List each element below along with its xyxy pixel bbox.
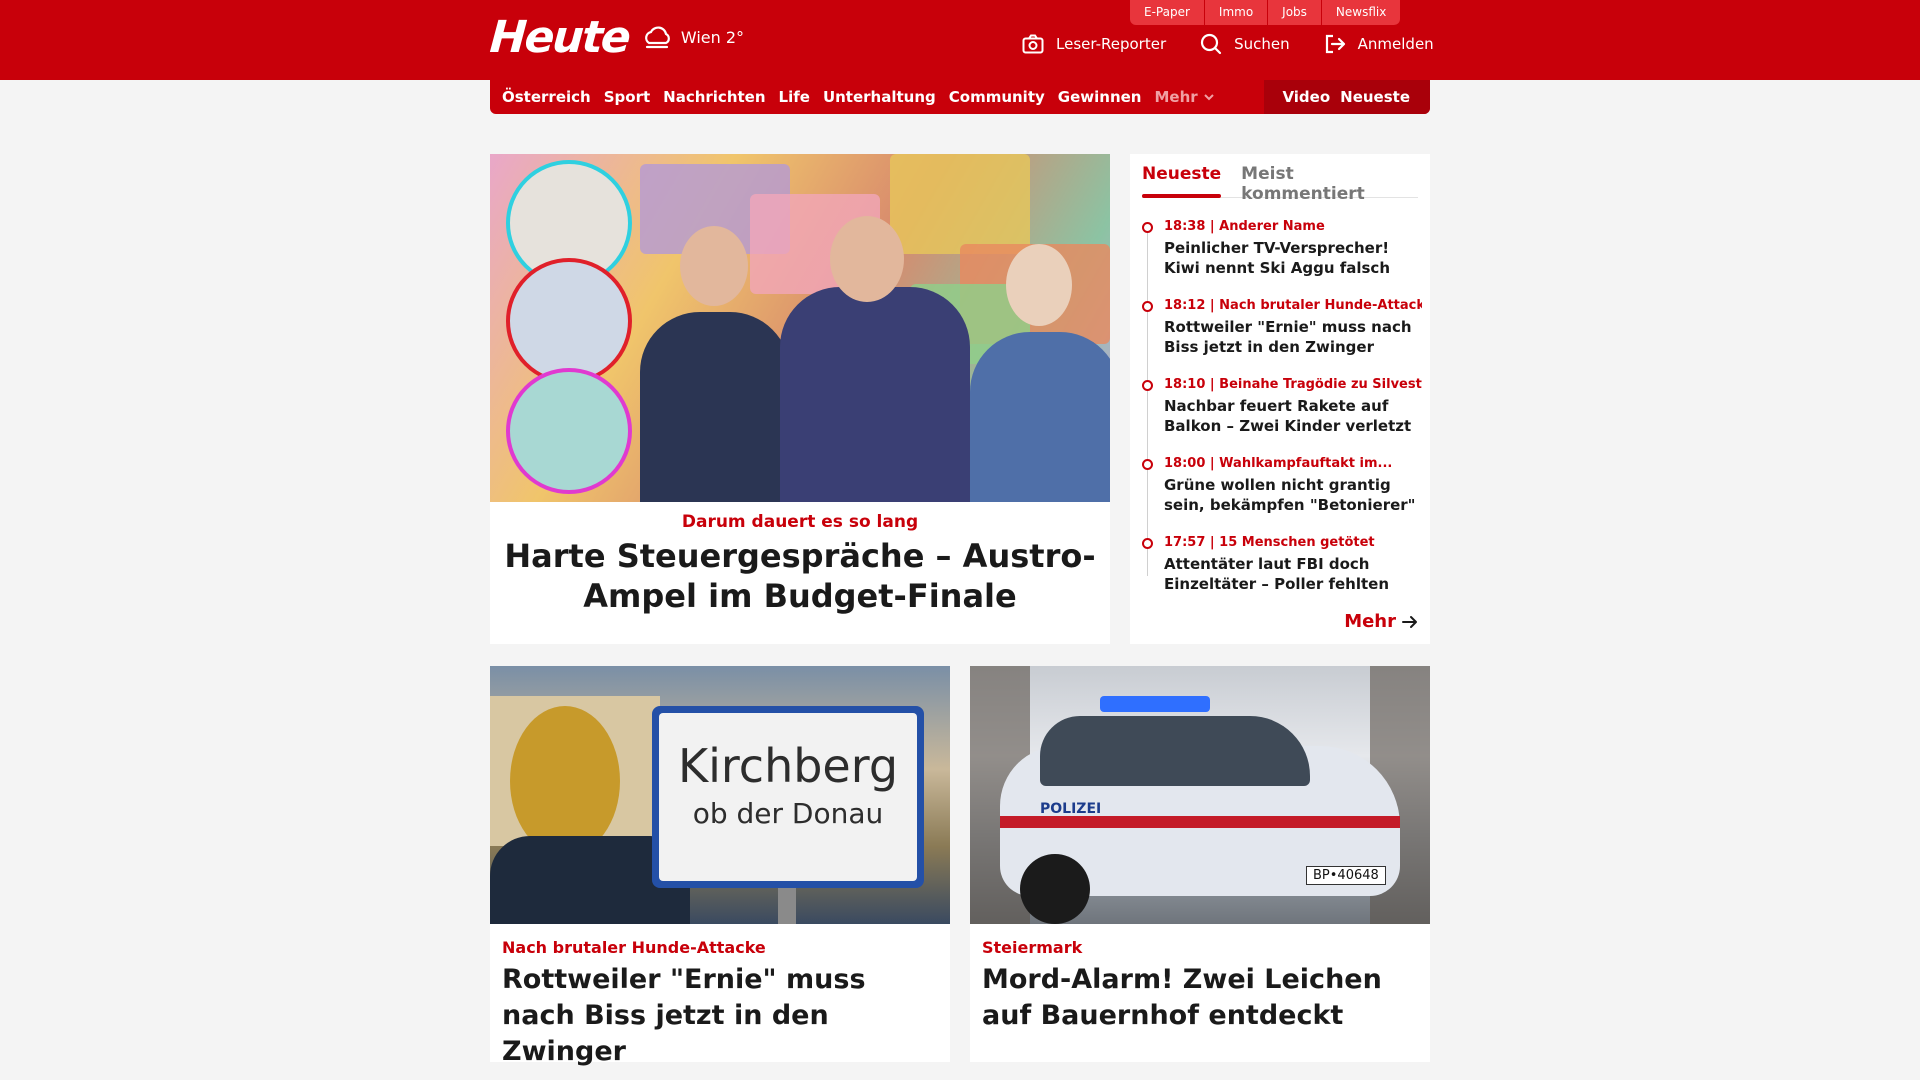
login-label: Anmelden [1357, 35, 1434, 53]
nav-item-oesterreich[interactable]: Österreich [502, 88, 591, 106]
immo-link[interactable]: Immo [1204, 0, 1269, 25]
nav-more-label: Mehr [1154, 88, 1198, 106]
nav-more-dropdown[interactable]: Mehr [1154, 88, 1215, 106]
item-meta: 17:57 | 15 Menschen getötet [1164, 535, 1375, 550]
politician-figure [780, 287, 970, 502]
list-item[interactable]: 18:10 | Beinahe Tragödie zu Silvester Na… [1142, 376, 1422, 436]
timeline-dot-icon [1142, 459, 1153, 470]
tab-meist-kommentiert[interactable]: Meist kommentiert [1241, 154, 1398, 204]
jobs-link[interactable]: Jobs [1268, 0, 1322, 25]
police-car-stripe [1000, 816, 1400, 828]
tab-neueste[interactable]: Neueste [1142, 154, 1222, 198]
timeline-dot-icon [1142, 538, 1153, 549]
item-title[interactable]: Nachbar feuert Rakete auf Balkon – Zwei … [1164, 396, 1422, 436]
nav-item-community[interactable]: Community [949, 88, 1045, 106]
main-nav: Österreich Sport Nachrichten Life Unterh… [490, 80, 1430, 114]
more-label: Mehr [1344, 611, 1396, 632]
nav-right-group: Video Neueste [1264, 80, 1430, 114]
brand: Heute Wien 2° [488, 12, 744, 63]
arrow-right-icon [1402, 615, 1417, 628]
weather-widget[interactable]: Wien 2° [641, 23, 744, 51]
license-plate: BP•40648 [1306, 866, 1386, 885]
item-meta: 18:10 | Beinahe Tragödie zu Silvester [1164, 377, 1422, 392]
town-sign: Kirchberg ob der Donau [652, 706, 924, 888]
camera-icon [1022, 34, 1044, 54]
timeline-dot-icon [1142, 380, 1153, 391]
politician-head [680, 226, 748, 306]
nav-item-nachrichten[interactable]: Nachrichten [663, 88, 765, 106]
cloud-sun-icon [644, 26, 670, 49]
hero-article[interactable]: Darum dauert es so lang Harte Steuergesp… [490, 154, 1110, 644]
epaper-link[interactable]: E-Paper [1130, 0, 1205, 25]
list-item[interactable]: 18:00 | Wahlkampfauftakt im... Grüne wol… [1142, 455, 1422, 515]
teaser-image[interactable]: POLIZEI BP•40648 [970, 666, 1430, 924]
tree-shape [510, 706, 620, 856]
teaser-headline[interactable]: Mord-Alarm! Zwei Leichen auf Bauernhof e… [982, 962, 1422, 1034]
drink-bubble [506, 258, 632, 384]
nav-item-sport[interactable]: Sport [604, 88, 650, 106]
list-item[interactable]: 18:38 | Anderer Name Peinlicher TV-Versp… [1142, 218, 1422, 278]
nav-item-unterhaltung[interactable]: Unterhaltung [823, 88, 936, 106]
town-sign-subtitle: ob der Donau [692, 797, 884, 830]
politician-head [1006, 244, 1072, 326]
hero-kicker: Darum dauert es so lang [681, 512, 919, 532]
politician-head [830, 216, 904, 302]
hero-headline[interactable]: Harte Steuergespräche – Austro-Ampel im … [490, 536, 1110, 616]
wheel-shape [1020, 854, 1090, 924]
top-bar [0, 0, 1920, 80]
politician-figure [640, 312, 790, 502]
item-title[interactable]: Grüne wollen nicht grantig sein, bekämpf… [1164, 475, 1422, 515]
teaser-kicker: Nach brutaler Hunde-Attacke [502, 938, 766, 957]
teaser-kicker: Steiermark [982, 938, 1083, 957]
search-icon [1201, 33, 1222, 55]
service-links: E-Paper Immo Jobs Newsflix [1130, 0, 1401, 25]
item-meta: 18:00 | Wahlkampfauftakt im... [1164, 456, 1393, 471]
login-icon [1325, 34, 1345, 54]
police-car-window [1040, 716, 1310, 786]
logo[interactable]: Heute [488, 12, 630, 63]
banknote-shape [890, 154, 1030, 254]
beer-bubble [506, 368, 632, 494]
leser-reporter-button[interactable]: Leser-Reporter [1022, 34, 1166, 54]
teaser-image[interactable]: Kirchberg ob der Donau [490, 666, 950, 924]
nav-item-life[interactable]: Life [779, 88, 810, 106]
leser-reporter-label: Leser-Reporter [1056, 35, 1167, 53]
item-title[interactable]: Peinlicher TV-Versprecher! Kiwi nennt Sk… [1164, 238, 1422, 278]
list-item[interactable]: 18:12 | Nach brutaler Hunde-Attacke Rott… [1142, 297, 1422, 357]
list-item[interactable]: 17:57 | 15 Menschen getötet Attentäter l… [1142, 534, 1422, 594]
item-meta: 18:12 | Nach brutaler Hunde-Attacke [1164, 298, 1422, 313]
town-sign-panel: Kirchberg ob der Donau [659, 713, 917, 881]
news-timeline: 18:38 | Anderer Name Peinlicher TV-Versp… [1142, 218, 1422, 613]
teaser-card[interactable]: POLIZEI BP•40648 Steiermark Mord-Alarm! … [970, 666, 1430, 1062]
header-tools: Leser-Reporter Suchen Anmelden [1022, 33, 1434, 55]
nav-item-neueste[interactable]: Neueste [1340, 88, 1410, 106]
timeline-dot-icon [1142, 222, 1153, 233]
nav-item-gewinnen[interactable]: Gewinnen [1058, 88, 1142, 106]
teaser-card[interactable]: Kirchberg ob der Donau Nach brutaler Hun… [490, 666, 950, 1067]
latest-news-box: Neueste Meist kommentiert 18:38 | Andere… [1130, 154, 1430, 644]
more-link[interactable]: Mehr [1344, 611, 1418, 632]
siren-light [1100, 696, 1210, 712]
timeline-dot-icon [1142, 301, 1153, 312]
item-title[interactable]: Attentäter laut FBI doch Einzeltäter – P… [1164, 554, 1422, 594]
town-sign-name: Kirchberg [677, 739, 899, 793]
search-button[interactable]: Suchen [1200, 33, 1290, 55]
sidebar-tabs: Neueste Meist kommentiert [1142, 154, 1418, 204]
nav-item-video[interactable]: Video [1282, 88, 1330, 106]
chevron-down-icon [1203, 94, 1214, 101]
item-title[interactable]: Rottweiler "Ernie" muss nach Biss jetzt … [1164, 317, 1422, 357]
police-car-label: POLIZEI [1040, 801, 1102, 817]
teaser-headline[interactable]: Rottweiler "Ernie" muss nach Biss jetzt … [502, 962, 942, 1070]
hero-image[interactable] [490, 154, 1110, 502]
newsflix-link[interactable]: Newsflix [1321, 0, 1401, 25]
item-meta: 18:38 | Anderer Name [1164, 219, 1325, 234]
politician-figure [970, 332, 1110, 502]
login-button[interactable]: Anmelden [1324, 33, 1434, 55]
search-label: Suchen [1234, 35, 1290, 53]
weather-label: Wien 2° [680, 27, 745, 47]
